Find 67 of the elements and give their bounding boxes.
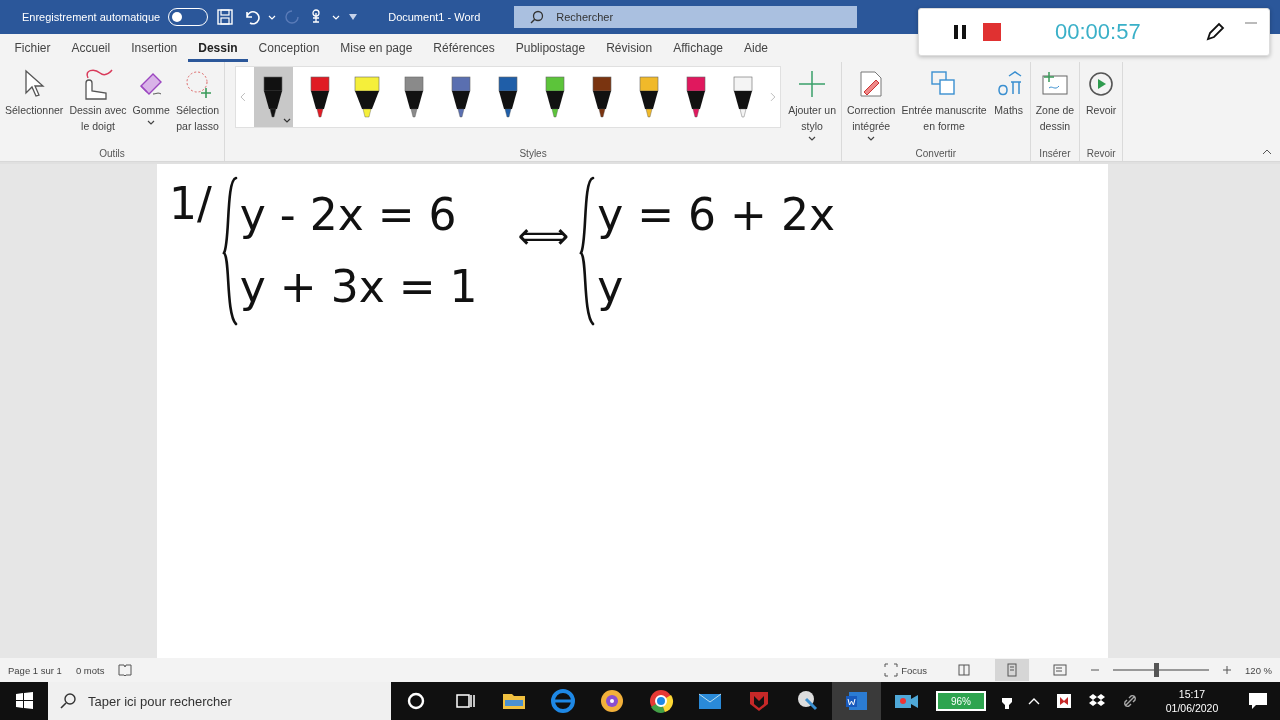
highlighter-icon (353, 75, 382, 119)
ribbon-tab[interactable]: Révision (595, 34, 663, 62)
shield-icon[interactable] (1056, 693, 1072, 709)
ribbon-button[interactable]: Dessin avec le doigt (66, 66, 130, 136)
ribbon-tab[interactable]: Affichage (662, 34, 734, 62)
collapse-ribbon-icon[interactable] (1262, 149, 1272, 155)
add-pen-button[interactable]: Ajouter un stylo (785, 66, 839, 143)
ribbon-button[interactable]: Zone de dessin (1032, 66, 1078, 136)
ribbon-tab[interactable]: Références (422, 34, 506, 62)
handwritten-equation: y - 2x = 6 (239, 188, 458, 242)
caret-icon (808, 136, 817, 141)
zoom-in-icon[interactable] (1223, 666, 1232, 674)
recording-time: 00:00:57 (1055, 19, 1141, 45)
ribbon-button[interactable]: Correction intégrée (844, 66, 899, 143)
handwritten-equation: y (597, 260, 625, 314)
ribbon-button[interactable]: Revoir (1082, 66, 1121, 120)
focus-icon (884, 663, 899, 677)
ribbon-tab[interactable]: Fichier (4, 34, 61, 62)
clock-time: 15:17 (1178, 687, 1206, 701)
ribbon-tab[interactable]: Conception (248, 34, 330, 62)
ribbon-button[interactable]: Maths (989, 66, 1028, 120)
pen-button[interactable] (253, 67, 293, 127)
autosave-label: Enregistrement automatique (22, 11, 161, 23)
link-icon[interactable] (1122, 693, 1138, 709)
view-icon (1005, 663, 1020, 677)
pause-icon[interactable] (953, 24, 967, 40)
group-label: Insérer (1038, 148, 1072, 159)
page-count: Page 1 sur 1 (8, 664, 62, 676)
equivalence-sign: ⟺ (517, 216, 570, 256)
focus-button[interactable]: Focus (878, 662, 934, 678)
handwritten-equation: y + 3x = 1 (239, 260, 478, 314)
ribbon-button[interactable]: Entrée manuscrite en forme (898, 66, 990, 136)
view-icon (957, 663, 972, 677)
group-label: Revoir (1085, 148, 1117, 159)
taskbar-clock[interactable]: 15:17 01/06/2020 (1152, 687, 1232, 715)
caret-icon (268, 14, 277, 20)
notification-icon[interactable] (1248, 692, 1268, 710)
handwritten-equation: y = 6 + 2x (597, 188, 835, 242)
ribbon-tab[interactable]: Mise en page (329, 34, 423, 62)
document-title: Document1 - Word (388, 11, 481, 23)
taskbar-search-field[interactable]: Taper ici pour rechercher (48, 682, 391, 720)
group-label: Styles (518, 148, 548, 159)
ribbon-button[interactable]: Gomme (129, 66, 173, 127)
view-icon (1053, 663, 1068, 677)
ribbon-tab[interactable]: Accueil (61, 34, 121, 62)
caret-icon (282, 118, 291, 123)
ribbon-tab[interactable]: Insertion (120, 34, 188, 62)
customize-caret-icon[interactable] (348, 13, 359, 21)
search-field[interactable]: Rechercher (514, 6, 858, 28)
caret-icon (332, 14, 341, 20)
word-count: 0 mots (75, 664, 105, 676)
slider-thumb[interactable] (1154, 663, 1160, 677)
view-button[interactable] (995, 659, 1030, 681)
group-label: Outils (98, 148, 126, 159)
save-icon[interactable] (216, 8, 235, 26)
ribbon-button[interactable]: Sélection par lasso (172, 66, 223, 136)
ribbon-button[interactable]: Sélectionner (2, 66, 67, 120)
handwritten-number: 1/ (169, 177, 212, 231)
chevron-up-icon[interactable] (1028, 697, 1040, 705)
clock-date: 01/06/2020 (1165, 701, 1219, 715)
proofing-icon[interactable] (118, 663, 133, 677)
dropbox-icon[interactable] (1088, 693, 1106, 709)
group-label: Convertir (914, 148, 958, 159)
zoom-level[interactable]: 120 % (1245, 664, 1272, 676)
pen-icon[interactable] (1204, 22, 1225, 42)
ribbon-tab[interactable]: Publipostage (505, 34, 596, 62)
ribbon-tab[interactable]: Aide (733, 34, 779, 62)
